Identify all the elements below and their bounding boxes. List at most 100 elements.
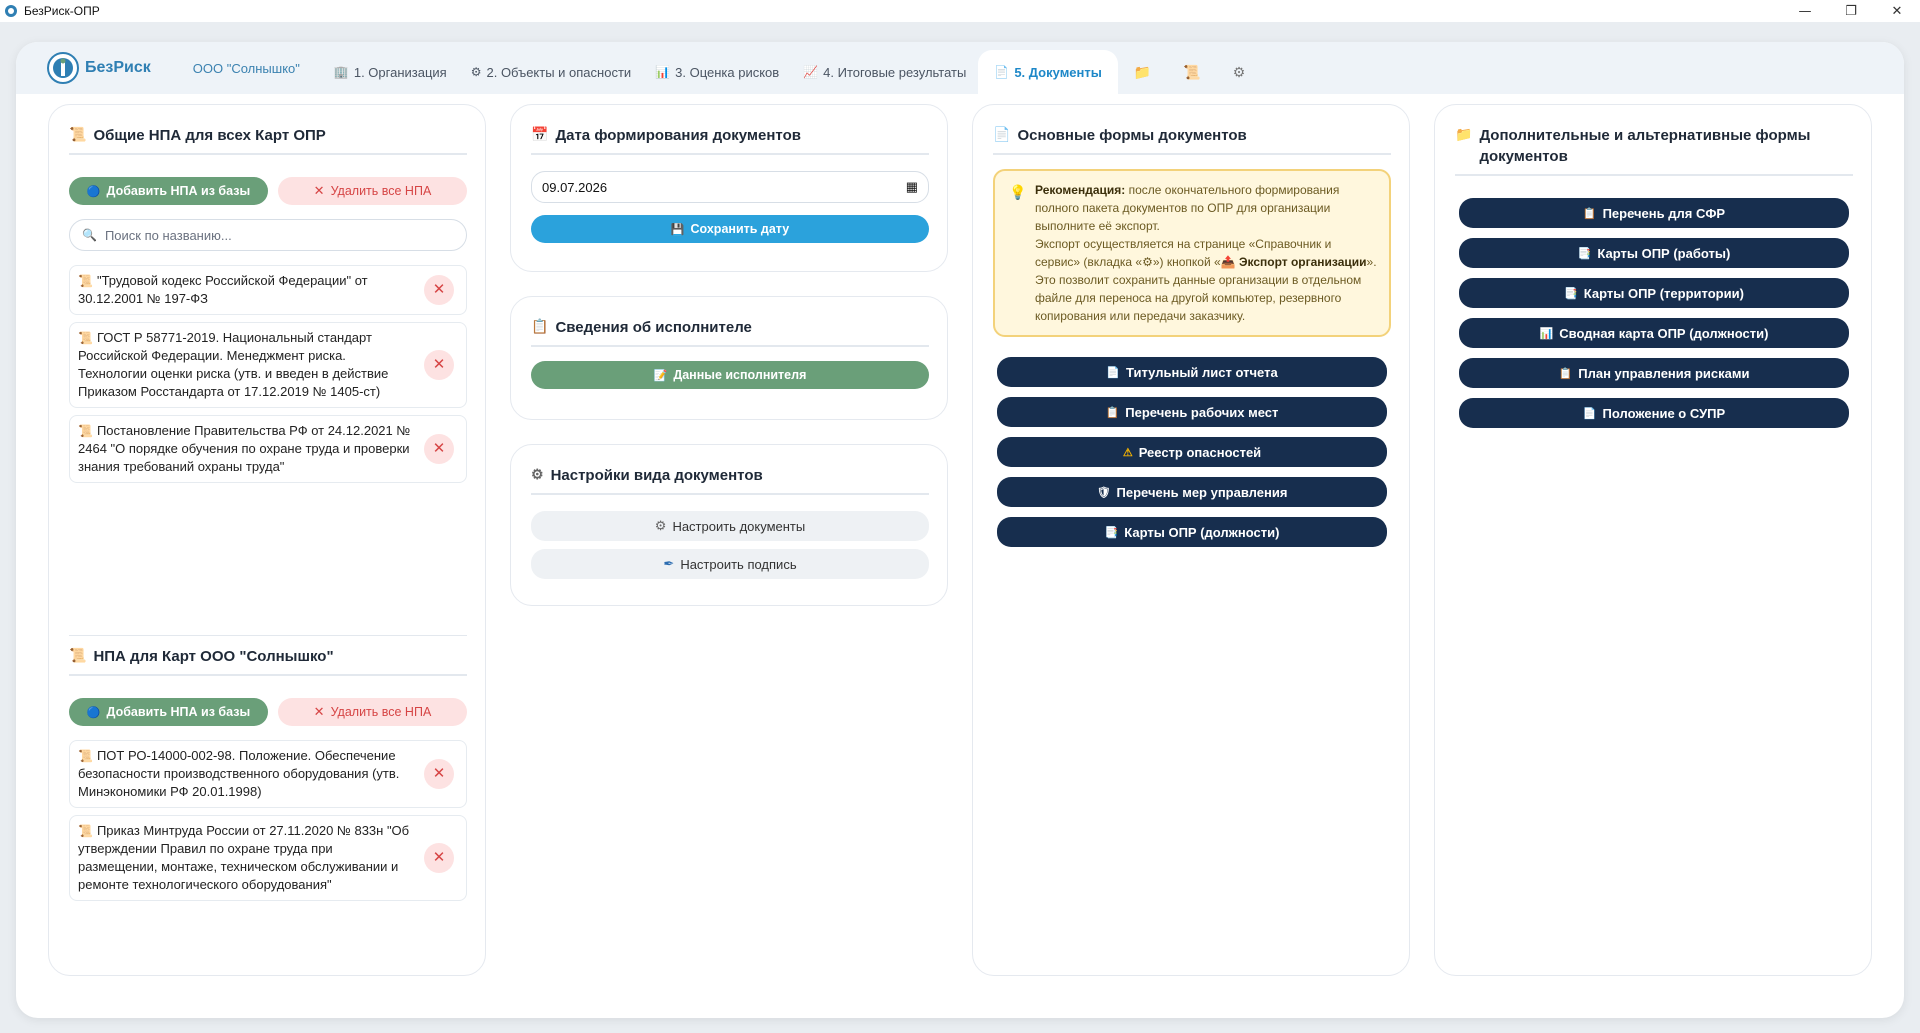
date-card: 📅 Дата формирования документов 09.07.2026…	[510, 104, 948, 272]
warning-icon: ⚠	[1122, 446, 1133, 459]
main-forms-title: 📄 Основные формы документов	[993, 125, 1391, 155]
calendar-icon: 📅	[531, 126, 549, 142]
risk-management-plan-button[interactable]: 📋 План управления рисками	[1459, 358, 1849, 388]
save-date-button[interactable]: 💾 Сохранить дату	[531, 215, 929, 243]
close-window-icon[interactable]: ✕	[1874, 0, 1920, 22]
cards-icon: 📑	[1577, 247, 1592, 260]
document-icon: 📄	[994, 65, 1010, 79]
gear-icon: ⚙	[654, 518, 667, 533]
list-item: 📜 Приказ Минтруда России от 27.11.2020 № …	[69, 815, 467, 901]
app-window: БезРиск ООО "Солнышко" 🏢 1. Организация ⚙…	[16, 42, 1904, 1018]
npa-search-input[interactable]: 🔍 Поиск по названию...	[69, 219, 467, 251]
list-item: 📜 Постановление Правительства РФ от 24.12…	[69, 415, 467, 483]
tab-risk-assessment[interactable]: 📊 3. Оценка рисков	[643, 50, 791, 94]
current-org-name[interactable]: ООО "Солнышко"	[193, 61, 300, 76]
pen-icon: ✒	[663, 556, 675, 571]
tab-settings[interactable]: ⚙	[1217, 50, 1262, 94]
tab-documents[interactable]: 📄 5. Документы	[978, 50, 1118, 94]
clipboard-icon: 📋	[1558, 367, 1573, 380]
common-npa-title: 📜 Общие НПА для всех Карт ОПР	[69, 125, 467, 155]
bar-chart-icon: 📊	[1539, 327, 1554, 340]
add-org-npa-button[interactable]: 🔵 Добавить НПА из базы	[69, 698, 268, 726]
gear-icon: ⚙	[1232, 63, 1246, 80]
main-forms-buttons: 📄 Титульный лист отчета 📋 Перечень рабочих…	[993, 357, 1391, 547]
list-item: 📜 ГОСТ Р 58771-2019. Национальный стандар…	[69, 322, 467, 408]
scroll-icon: 📜	[69, 126, 87, 142]
scroll-icon: 📜	[78, 274, 93, 288]
save-icon: 💾	[670, 223, 685, 236]
gear-icon: ⚙	[1142, 255, 1153, 269]
database-icon: 🔵	[86, 706, 101, 719]
hazard-registry-button[interactable]: ⚠ Реестр опасностей	[997, 437, 1387, 467]
tab-objects-hazards[interactable]: ⚙ 2. Объекты и опасности	[459, 50, 643, 94]
configure-documents-button[interactable]: ⚙ Настроить документы	[531, 511, 929, 541]
delete-all-common-npa-button[interactable]: ✕ Удалить все НПА	[277, 177, 467, 205]
executor-data-button[interactable]: 📝 Данные исполнителя	[531, 361, 929, 389]
cards-icon: 📑	[1564, 287, 1578, 300]
minimize-icon[interactable]: —	[1782, 0, 1828, 22]
shield-icon: 🛡	[1096, 486, 1111, 499]
scroll-icon: 📜	[78, 331, 93, 345]
list-item: 📜 "Трудовой кодекс Российской Федерации" …	[69, 265, 467, 315]
delete-npa-button[interactable]: ✕	[424, 434, 454, 464]
close-icon: ✕	[313, 183, 325, 198]
clipboard-icon: 📋	[1582, 207, 1597, 220]
clipboard-icon: 📋	[531, 318, 549, 334]
list-item: 📜 ПОТ РО-14000-002-98. Положение. Обеспеч…	[69, 740, 467, 808]
delete-npa-button[interactable]: ✕	[424, 843, 454, 873]
delete-all-org-npa-button[interactable]: ✕ Удалить все НПА	[277, 698, 467, 726]
scroll-icon: 📜	[69, 647, 87, 663]
tab-results[interactable]: 📈 4. Итоговые результаты	[791, 50, 978, 94]
folder-icon: 📁	[1133, 63, 1152, 80]
brand-name: БезРиск	[85, 59, 151, 76]
executor-card-title: 📋 Сведения об исполнителе	[531, 317, 929, 347]
workplaces-list-button[interactable]: 📋 Перечень рабочих мест	[997, 397, 1387, 427]
recommendation-box: 💡 Рекомендация: после окончательного фор…	[993, 169, 1391, 337]
extra-forms-title: 📁 Дополнительные и альтернативные формы д…	[1455, 125, 1853, 176]
scroll-icon: 📜	[1183, 63, 1201, 80]
lightbulb-icon: 💡	[1009, 184, 1027, 200]
date-card-title: 📅 Дата формирования документов	[531, 125, 929, 155]
gear-icon: ⚙	[470, 65, 482, 79]
cards-icon: 📑	[1104, 526, 1119, 539]
restore-icon[interactable]: ❐	[1828, 0, 1874, 22]
document-icon: 📄	[1106, 366, 1121, 379]
delete-npa-button[interactable]: ✕	[424, 759, 454, 789]
tab-organization[interactable]: 🏢 1. Организация	[322, 50, 459, 94]
scroll-icon: 📜	[78, 749, 93, 763]
document-date-input[interactable]: 09.07.2026 ▦	[531, 171, 929, 203]
opr-cards-positions-button[interactable]: 📑 Карты ОПР (должности)	[997, 517, 1387, 547]
app-logo-icon	[5, 5, 17, 17]
delete-npa-button[interactable]: ✕	[424, 350, 454, 380]
view-settings-title: ⚙ Настройки вида документов	[531, 465, 929, 495]
delete-npa-button[interactable]: ✕	[424, 275, 454, 305]
control-measures-button[interactable]: 🛡 Перечень мер управления	[997, 477, 1387, 507]
window-titlebar: БезРиск-ОПР — ❐ ✕	[0, 0, 1920, 22]
common-npa-list: 📜 "Трудовой кодекс Российской Федерации" …	[69, 265, 467, 483]
extra-forms-buttons: 📋 Перечень для СФР 📑 Карты ОПР (работы) 📑 К…	[1455, 198, 1853, 428]
bar-chart-icon: 📊	[655, 65, 671, 79]
scroll-icon: 📜	[78, 824, 93, 838]
calendar-icon[interactable]: ▦	[906, 179, 918, 195]
opr-cards-territories-button[interactable]: 📑 Карты ОПР (территории)	[1459, 278, 1849, 308]
search-icon: 🔍	[82, 228, 97, 242]
configure-signature-button[interactable]: ✒ Настроить подпись	[531, 549, 929, 579]
org-npa-list: 📜 ПОТ РО-14000-002-98. Положение. Обеспеч…	[69, 740, 467, 901]
window-title: БезРиск-ОПР	[24, 4, 100, 18]
gear-icon: ⚙	[531, 466, 544, 482]
supr-regulation-button[interactable]: 📄 Положение о СУПР	[1459, 398, 1849, 428]
add-common-npa-button[interactable]: 🔵 Добавить НПА из базы	[69, 177, 268, 205]
building-icon: 🏢	[333, 65, 349, 79]
tab-reference[interactable]: 📜	[1167, 50, 1216, 94]
clipboard-icon: 📋	[1105, 406, 1120, 419]
brand[interactable]: БезРиск	[47, 52, 151, 84]
documents-page: 📜 Общие НПА для всех Карт ОПР 🔵 Добавить Н…	[16, 94, 1904, 1018]
folder-icon: 📁	[1455, 126, 1473, 142]
trend-chart-icon: 📈	[803, 65, 819, 79]
summary-opr-card-button[interactable]: 📊 Сводная карта ОПР (должности)	[1459, 318, 1849, 348]
sfr-list-button[interactable]: 📋 Перечень для СФР	[1459, 198, 1849, 228]
tab-folder[interactable]: 📁	[1118, 50, 1167, 94]
opr-cards-works-button[interactable]: 📑 Карты ОПР (работы)	[1459, 238, 1849, 268]
npa-card: 📜 Общие НПА для всех Карт ОПР 🔵 Добавить Н…	[48, 104, 486, 976]
title-page-button[interactable]: 📄 Титульный лист отчета	[997, 357, 1387, 387]
